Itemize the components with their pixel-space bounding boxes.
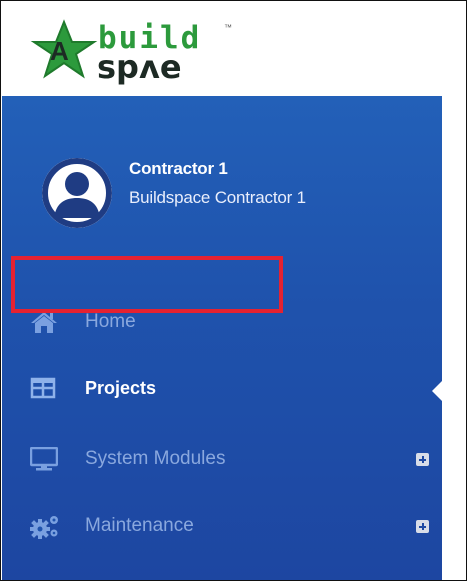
sidebar-item-label: System Modules [85, 448, 226, 469]
table-icon [30, 376, 58, 400]
sidebar-item-label: Projects [85, 378, 157, 398]
avatar[interactable] [42, 158, 112, 228]
user-role: Buildspace Contractor 1 [129, 188, 306, 207]
logo-trademark: ™ [224, 23, 232, 32]
sidebar-item-label: Maintenance [85, 515, 194, 536]
sidebar-item-system-modules[interactable]: System Modules [2, 435, 442, 483]
user-name: Contractor 1 [129, 159, 228, 178]
expand-plus-icon[interactable] [416, 453, 429, 466]
active-indicator [432, 380, 443, 402]
sidebar-item-projects[interactable]: Projects [2, 364, 442, 412]
svg-text:A: A [50, 36, 69, 66]
monitor-icon [29, 446, 59, 471]
logo-graphic: A build spʌe ™ [30, 19, 232, 86]
content-edge [442, 1, 466, 580]
user-icon [42, 158, 112, 228]
logo-text-space: spʌe [97, 48, 182, 86]
sidebar: Contractor 1 Buildspace Contractor 1 Hom… [2, 96, 443, 580]
expand-plus-icon[interactable] [416, 520, 429, 533]
header: A build spʌe ™ [2, 2, 442, 96]
sidebar-item-maintenance[interactable]: Maintenance [2, 502, 442, 550]
annotation-highlight-box [11, 256, 283, 313]
home-icon [30, 310, 58, 334]
cogs-icon [30, 514, 58, 539]
app-window: A build spʌe ™ ⋮ Contractor 1 Buildspace… [0, 0, 467, 581]
buildspace-logo[interactable]: A build spʌe ™ [28, 16, 238, 86]
menu-toggle-icon[interactable]: ⋮ [461, 53, 466, 70]
sidebar-item-label: Home [85, 311, 136, 332]
